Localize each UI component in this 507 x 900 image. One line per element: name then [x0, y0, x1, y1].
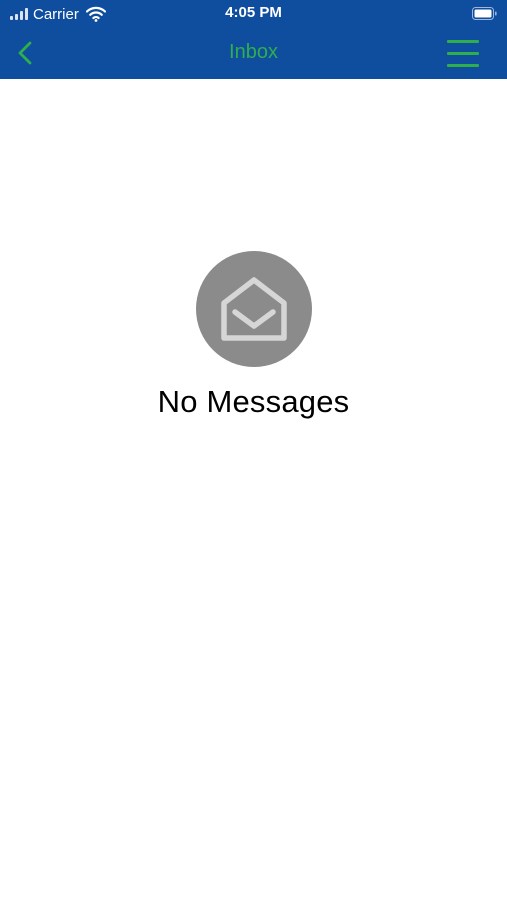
nav-bar: Inbox: [0, 28, 507, 79]
empty-inbox-badge: [195, 251, 312, 367]
status-time: 4:05 PM: [225, 4, 282, 21]
hamburger-line: [447, 64, 479, 67]
hamburger-line: [447, 52, 479, 55]
empty-state: No Messages: [0, 251, 507, 420]
open-envelope-icon: [220, 277, 287, 341]
battery-icon: [472, 7, 497, 20]
empty-message: No Messages: [157, 384, 350, 419]
page-title: Inbox: [229, 41, 278, 63]
top-bar: Carrier 4:05 PM Inbox: [0, 0, 507, 79]
inbox-screen: Carrier 4:05 PM Inbox No Messages: [0, 0, 507, 900]
menu-button[interactable]: [445, 40, 481, 68]
hamburger-menu-icon: [447, 40, 479, 43]
status-bar: Carrier 4:05 PM: [0, 0, 507, 28]
